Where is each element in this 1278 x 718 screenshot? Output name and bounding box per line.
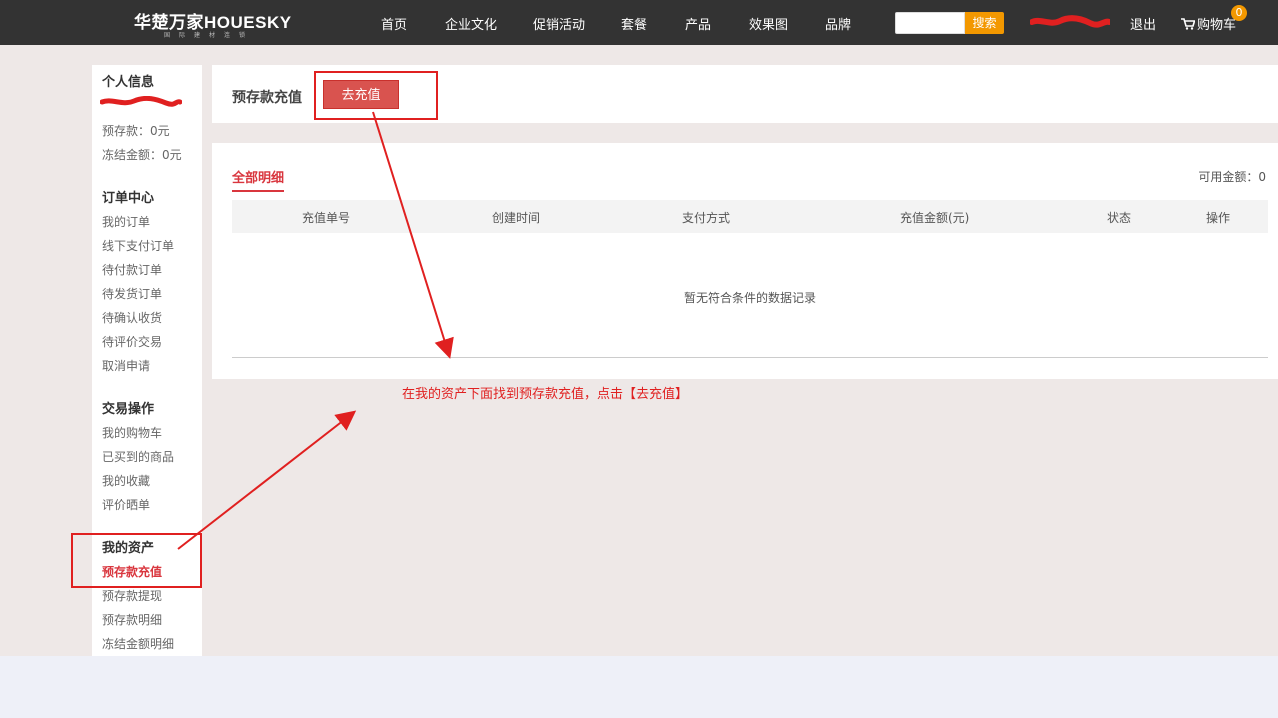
col-actions: 操作 <box>1206 211 1231 225</box>
search-button[interactable]: 搜索 <box>965 12 1004 34</box>
sidebar-item-favorites[interactable]: 我的收藏 <box>102 472 150 489</box>
sidebar-title-orders: 订单中心 <box>102 191 155 206</box>
redacted-account-name <box>100 96 182 107</box>
sidebar-item-to-ship[interactable]: 待发货订单 <box>102 285 162 302</box>
nav-brands[interactable]: 品牌 <box>825 14 851 33</box>
annotation-caption: 在我的资产下面找到预存款充值，点击【去充值】 <box>402 387 689 402</box>
brand-logo[interactable]: 华楚万家HOUESKY 国际建材连锁 <box>134 8 309 42</box>
sidebar-item-unpaid[interactable]: 待付款订单 <box>102 261 162 278</box>
sidebar-item-my-orders[interactable]: 我的订单 <box>102 213 150 230</box>
nav-promotions[interactable]: 促销活动 <box>533 14 585 33</box>
sidebar-item-deposit-recharge[interactable]: 预存款充值 <box>102 563 162 580</box>
table-header: 充值单号 创建时间 支付方式 充值金额(元) 状态 操作 <box>232 200 1268 233</box>
frozen-balance: 冻结金额：0元 <box>102 148 182 162</box>
col-status: 状态 <box>1107 211 1132 225</box>
sidebar-title-personal: 个人信息 <box>102 75 155 90</box>
footer-band <box>0 656 1278 718</box>
tab-all-details[interactable]: 全部明细 <box>232 167 285 192</box>
sidebar-item-purchased[interactable]: 已买到的商品 <box>102 448 174 465</box>
nav-home[interactable]: 首页 <box>381 14 407 33</box>
empty-state-text: 暂无符合条件的数据记录 <box>683 291 816 305</box>
cart-count-badge: 0 <box>1231 5 1247 21</box>
logout-link[interactable]: 退出 <box>1130 14 1156 33</box>
search-input[interactable] <box>895 12 965 34</box>
cart-icon <box>1181 18 1195 30</box>
deposit-balance: 预存款：0元 <box>102 124 170 138</box>
nav-renderings[interactable]: 效果图 <box>749 14 788 33</box>
sidebar-item-to-receive[interactable]: 待确认收货 <box>102 309 162 326</box>
sidebar-item-to-review[interactable]: 待评价交易 <box>102 333 162 350</box>
col-created-time: 创建时间 <box>492 211 541 225</box>
sidebar-item-cancel-requests[interactable]: 取消申请 <box>102 357 150 374</box>
nav-packages[interactable]: 套餐 <box>621 14 647 33</box>
sidebar-item-cart[interactable]: 我的购物车 <box>102 424 162 441</box>
available-amount: 可用金额：0 <box>1198 170 1266 184</box>
sidebar-item-deposit-withdraw[interactable]: 预存款提现 <box>102 587 162 604</box>
top-navbar: 华楚万家HOUESKY 国际建材连锁 首页 企业文化 促销活动 套餐 产品 效果… <box>0 0 1278 45</box>
nav-products[interactable]: 产品 <box>685 14 711 33</box>
go-recharge-button[interactable]: 去充值 <box>323 80 399 109</box>
sidebar-item-reviews[interactable]: 评价晒单 <box>102 496 150 513</box>
sidebar-title-assets: 我的资产 <box>102 541 155 556</box>
sidebar-title-trade: 交易操作 <box>102 402 155 417</box>
page-title: 预存款充值 <box>232 90 302 106</box>
redacted-username[interactable] <box>1030 12 1110 32</box>
col-order-no: 充值单号 <box>302 211 351 225</box>
sidebar-item-deposit-details[interactable]: 预存款明细 <box>102 611 162 628</box>
table-bottom-divider <box>232 357 1268 358</box>
logo-subtext: 国际建材连锁 <box>164 32 255 39</box>
cart-link[interactable]: 购物车 <box>1181 14 1236 33</box>
details-panel: 全部明细 可用金额：0 充值单号 创建时间 支付方式 充值金额(元) 状态 操作… <box>212 143 1278 379</box>
sidebar-item-frozen-details[interactable]: 冻结金额明细 <box>102 635 174 652</box>
nav-culture[interactable]: 企业文化 <box>445 14 497 33</box>
cart-label: 购物车 <box>1197 18 1237 33</box>
arrow-from-assets <box>177 410 357 550</box>
col-amount: 充值金额(元) <box>900 211 970 225</box>
account-sidebar: 个人信息 预存款：0元 冻结金额：0元 订单中心 我的订单 线下支付订单 待付款… <box>92 65 202 656</box>
sidebar-item-offline-orders[interactable]: 线下支付订单 <box>102 237 174 254</box>
col-payment-method: 支付方式 <box>682 211 731 225</box>
recharge-panel: 预存款充值 去充值 <box>212 65 1278 123</box>
